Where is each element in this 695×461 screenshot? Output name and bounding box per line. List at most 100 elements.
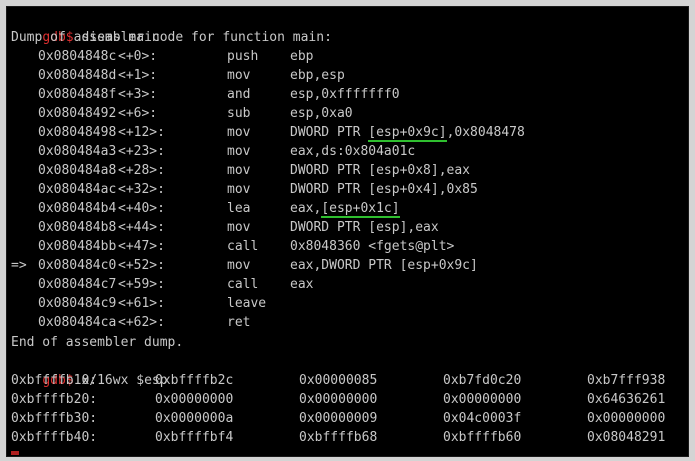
instruction-address: 0x080484c9	[38, 296, 117, 311]
command-line-examine: gdb$ x/16wx $esp	[11, 352, 167, 388]
instruction-address: 0x080484a8	[38, 163, 117, 178]
memory-word: 0x00000000	[587, 411, 666, 426]
operands: eax	[290, 275, 313, 294]
instruction-offset: <+6>:	[118, 106, 158, 121]
instruction-offset: <+62>:	[118, 315, 165, 330]
instruction-offset: <+23>:	[118, 144, 165, 159]
current-instruction-marker	[11, 142, 27, 161]
operand-text: DWORD PTR	[290, 125, 369, 140]
instruction-address: 0x08048492	[38, 106, 117, 121]
instruction-address: 0x080484b4	[38, 201, 117, 216]
current-instruction-marker	[11, 218, 27, 237]
memory-word: 0x00000000	[443, 392, 522, 407]
opcode: lea	[227, 201, 251, 216]
instruction-address: 0x0804848f	[38, 87, 117, 102]
operand-text: ebp,esp	[290, 68, 345, 83]
operands: ebp	[290, 47, 313, 66]
operand-text: DWORD PTR [esp+0x4],0x85	[290, 182, 478, 197]
operand-text: ebp	[290, 49, 314, 64]
current-instruction-marker	[11, 66, 27, 85]
current-instruction-marker: =>	[11, 258, 27, 273]
memory-word: 0x0000000a	[155, 411, 234, 426]
memory-word: 0xbffffb68	[299, 430, 378, 445]
opcode: mov	[227, 258, 251, 273]
operand-text: eax,DWORD PTR [esp+0x9c]	[290, 258, 478, 273]
instruction-address: 0x080484a3	[38, 144, 117, 159]
instruction-offset: <+59>:	[118, 277, 165, 292]
memory-address: 0xbffffb10:	[11, 373, 98, 388]
current-instruction-marker	[11, 294, 27, 313]
terminal-cursor	[11, 451, 19, 455]
memory-word: 0x08048291	[587, 430, 666, 445]
operand-text: ,0x8048478	[446, 125, 525, 140]
instruction-address: 0x080484ac	[38, 182, 117, 197]
instruction-address: 0x080484c0	[38, 258, 117, 273]
opcode: and	[227, 87, 251, 102]
instruction-offset: <+52>:	[118, 258, 165, 273]
operand-text: DWORD PTR [esp],eax	[290, 220, 439, 235]
highlighted-operand: [esp+0x1c]	[321, 201, 400, 218]
current-instruction-marker	[11, 199, 27, 218]
memory-address: 0xbffffb30:	[11, 411, 98, 426]
operand-text: 0x8048360 <fgets@plt>	[290, 239, 455, 254]
instruction-offset: <+1>:	[118, 68, 158, 83]
operands: 0x8048360 <fgets@plt>	[290, 237, 454, 256]
operands: esp,0xa0	[290, 104, 353, 123]
instruction-address: 0x080484bb	[38, 239, 117, 254]
instruction-address: 0x080484ca	[38, 315, 117, 330]
operands: DWORD PTR [esp+0x8],eax	[290, 161, 470, 180]
memory-address: 0xbffffb20:	[11, 392, 98, 407]
opcode: mov	[227, 125, 251, 140]
instruction-address: 0x08048498	[38, 125, 117, 140]
opcode: push	[227, 49, 259, 64]
current-instruction-marker	[11, 104, 27, 123]
memory-word: 0x00000085	[299, 373, 378, 388]
memory-address: 0xbffffb40:	[11, 430, 98, 445]
memory-word: 0xb7fff938	[587, 373, 666, 388]
instruction-address: 0x0804848d	[38, 68, 117, 83]
terminal-window[interactable]: gdb$ disas main Dump of assembler code f…	[6, 6, 689, 457]
instruction-address: 0x080484b8	[38, 220, 117, 235]
highlighted-operand: [esp+0x9c]	[368, 125, 447, 142]
memory-word: 0xbffffb2c	[155, 373, 234, 388]
instruction-offset: <+32>:	[118, 182, 165, 197]
memory-word: 0x00000009	[299, 411, 378, 426]
current-instruction-marker	[11, 47, 27, 66]
operand-text: eax,ds:0x804a01c	[290, 144, 416, 159]
opcode: call	[227, 277, 259, 292]
current-instruction-marker	[11, 161, 27, 180]
operand-text: eax	[290, 277, 314, 292]
instruction-offset: <+61>:	[118, 296, 165, 311]
operand-text: DWORD PTR [esp+0x8],eax	[290, 163, 471, 178]
instruction-offset: <+47>:	[118, 239, 165, 254]
opcode: ret	[227, 315, 251, 330]
opcode: mov	[227, 182, 251, 197]
opcode: mov	[227, 220, 251, 235]
opcode: mov	[227, 68, 251, 83]
current-instruction-marker	[11, 85, 27, 104]
current-instruction-marker	[11, 237, 27, 256]
opcode: leave	[227, 296, 267, 311]
memory-word: 0xbffffb60	[443, 430, 522, 445]
operands: DWORD PTR [esp],eax	[290, 218, 439, 237]
opcode: call	[227, 239, 259, 254]
instruction-offset: <+44>:	[118, 220, 165, 235]
instruction-offset: <+0>:	[118, 49, 158, 64]
memory-word: 0x04c0003f	[443, 411, 522, 426]
operands: eax,ds:0x804a01c	[290, 142, 415, 161]
current-instruction-marker	[11, 180, 27, 199]
dump-header: Dump of assembler code for function main…	[11, 30, 332, 45]
memory-word: 0x00000000	[299, 392, 378, 407]
memory-word: 0xb7fd0c20	[443, 373, 522, 388]
instruction-address: 0x0804848c	[38, 49, 117, 64]
opcode: mov	[227, 144, 251, 159]
dump-footer: End of assembler dump.	[11, 335, 184, 350]
opcode: mov	[227, 163, 251, 178]
operand-text: esp,0xa0	[290, 106, 353, 121]
current-instruction-marker	[11, 123, 27, 142]
operands: eax,DWORD PTR [esp+0x9c]	[290, 256, 478, 275]
instruction-offset: <+3>:	[118, 87, 158, 102]
instruction-offset: <+28>:	[118, 163, 165, 178]
memory-word: 0x64636261	[587, 392, 666, 407]
instruction-offset: <+40>:	[118, 201, 165, 216]
